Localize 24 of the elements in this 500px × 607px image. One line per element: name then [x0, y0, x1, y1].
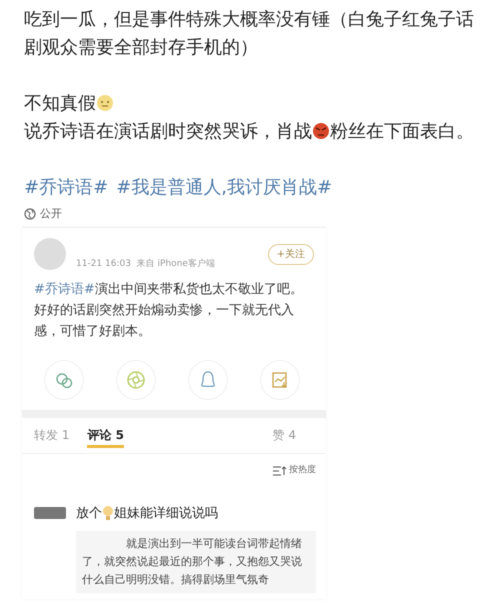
post-text: #乔诗语#演出中间夹带私货也太不敬业了吧。好好的话剧突然开始煽动卖惨，一下就无代入感，可惜了好剧本。: [33, 281, 304, 341]
share-button[interactable]: [116, 360, 156, 400]
smile-emoji-icon: [96, 94, 114, 112]
tab[interactable]: 赞 4: [272, 423, 296, 448]
tab[interactable]: 转发 1: [34, 423, 70, 448]
reply-text: 就是演出到一半可能读台词带起情绪了，就突然说起最近的那个事，又抱怨又哭说什么自己明明没错。搞得剧场里气氛奇: [82, 536, 303, 588]
share-button[interactable]: [44, 360, 84, 400]
post-meta: 11-21 16:03 来自 iPhone客户端: [76, 258, 215, 270]
post-paragraph: 说乔诗语在演话剧时突然哭诉，肖战 粉丝在下面表白。: [24, 120, 475, 144]
share-button[interactable]: [260, 360, 300, 400]
sort-icon: [273, 466, 287, 476]
bulb-icon: [102, 505, 114, 522]
angry-emoji-icon: [312, 122, 330, 140]
hashtag-link[interactable]: #乔诗语#: [24, 174, 108, 202]
post-paragraph: 吃到一瓜，但是事件特殊大概率没有锤（白兔子红兔子话剧观众需要全部封存手机的）: [24, 8, 475, 60]
post-paragraph: 不知真假: [24, 90, 480, 118]
sort-option[interactable]: 按热度: [289, 464, 316, 478]
share-button[interactable]: [188, 360, 228, 400]
visibility-label: 公开: [40, 206, 62, 222]
tab[interactable]: 评论 5: [87, 423, 124, 448]
hashtag-link[interactable]: #我是普通人,我讨厌肖战#: [116, 174, 332, 202]
globe-icon: [24, 208, 36, 220]
comment-text: 放个 姐妹能详细说说吗: [76, 504, 218, 523]
follow-button[interactable]: +关注: [268, 244, 314, 264]
